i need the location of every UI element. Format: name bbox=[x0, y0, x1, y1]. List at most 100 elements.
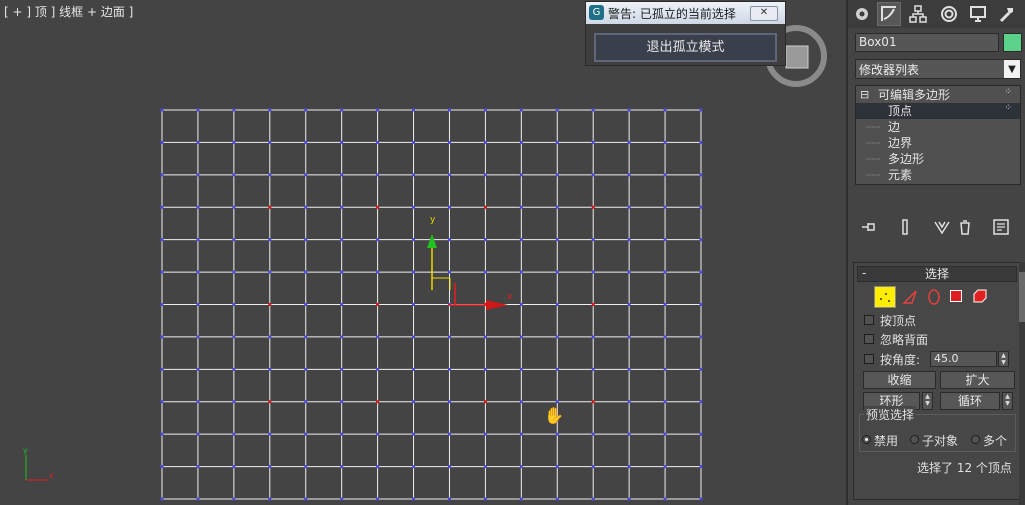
panel-scrollbar[interactable] bbox=[1019, 262, 1025, 505]
preview-selection-group: 预览选择 禁用 子对象 多个 bbox=[859, 406, 1016, 452]
vertex bbox=[268, 140, 272, 144]
vertex bbox=[627, 465, 631, 469]
object-name-field[interactable]: Box01 bbox=[855, 33, 999, 52]
by-angle-checkbox[interactable] bbox=[864, 354, 874, 364]
stack-item-border[interactable]: ┈┈ 边界 bbox=[856, 135, 1020, 151]
by-angle-label: 按角度: bbox=[880, 353, 921, 367]
vertex bbox=[591, 497, 595, 501]
vertex bbox=[376, 335, 380, 339]
vertex bbox=[663, 465, 667, 469]
vertex bbox=[591, 140, 595, 144]
vertex bbox=[519, 367, 523, 371]
vertex bbox=[663, 270, 667, 274]
preview-option-label: 多个 bbox=[983, 434, 1008, 448]
vertex bbox=[196, 140, 200, 144]
ignore-backfacing-checkbox[interactable] bbox=[864, 334, 874, 344]
vertex bbox=[447, 270, 451, 274]
show-end-result-icon[interactable] bbox=[895, 217, 915, 237]
vertex bbox=[555, 108, 559, 112]
vertex bbox=[340, 303, 344, 306]
collapse-icon[interactable]: - bbox=[862, 266, 866, 280]
ring-spinner[interactable]: ▲ ▼ bbox=[922, 392, 933, 410]
vertex bbox=[376, 108, 380, 112]
vertex bbox=[591, 335, 595, 339]
display-icon[interactable] bbox=[966, 2, 990, 26]
pin-stack-icon[interactable] bbox=[859, 217, 879, 237]
object-color-swatch[interactable] bbox=[1003, 33, 1022, 52]
vertex bbox=[304, 238, 308, 242]
hierarchy-icon[interactable] bbox=[906, 2, 930, 26]
ignore-backfacing-label: 忽略背面 bbox=[880, 333, 929, 347]
grow-button[interactable]: 扩大 bbox=[940, 371, 1015, 389]
vertex bbox=[555, 367, 559, 371]
vertex bbox=[376, 432, 380, 436]
vertex bbox=[519, 270, 523, 274]
wireframe-grid[interactable]: y x y x ✋ bbox=[0, 0, 846, 505]
vertex bbox=[447, 367, 451, 371]
vertex bbox=[304, 367, 308, 371]
preview-subobject-radio[interactable] bbox=[910, 435, 919, 444]
by-vertex-label: 按顶点 bbox=[880, 314, 917, 328]
vertex bbox=[591, 367, 595, 371]
viewport-top[interactable]: [ + ] 顶 ] 线框 + 边面 ] y x y x ✋ bbox=[0, 0, 848, 505]
polygon-mode-icon[interactable] bbox=[950, 290, 962, 302]
vertex bbox=[160, 432, 164, 436]
collapse-box-icon[interactable]: ⊟ bbox=[860, 87, 869, 103]
preview-multi-radio[interactable] bbox=[971, 435, 980, 444]
preview-off-radio[interactable] bbox=[862, 435, 871, 444]
element-mode-icon[interactable] bbox=[972, 288, 988, 307]
vertex bbox=[447, 140, 451, 144]
vertex bbox=[699, 432, 703, 436]
motion-icon[interactable] bbox=[937, 2, 961, 26]
vertex bbox=[160, 238, 164, 242]
by-vertex-checkbox[interactable] bbox=[864, 315, 874, 325]
vertex bbox=[232, 432, 236, 436]
edge-mode-icon[interactable] bbox=[902, 289, 918, 308]
vertex-mode-icon[interactable] bbox=[874, 286, 896, 308]
selected-vertex bbox=[268, 400, 272, 404]
modify-icon[interactable] bbox=[877, 2, 901, 26]
vertex bbox=[340, 205, 344, 209]
vertex bbox=[340, 367, 344, 371]
angle-input[interactable]: 45.0 bbox=[930, 351, 997, 367]
loop-button[interactable]: 循环 bbox=[940, 392, 1000, 410]
loop-spinner[interactable]: ▲ ▼ bbox=[1002, 392, 1013, 410]
vertex bbox=[519, 173, 523, 177]
utilities-icon[interactable] bbox=[995, 2, 1019, 26]
make-unique-icon[interactable] bbox=[932, 217, 952, 237]
shrink-button[interactable]: 收缩 bbox=[863, 371, 936, 389]
vertex bbox=[519, 303, 523, 306]
gizmo-x-label: x bbox=[507, 292, 513, 302]
stack-item-polygon[interactable]: ┈┈ 多边形 bbox=[856, 151, 1020, 167]
modifier-list-dropdown[interactable]: 修改器列表 ▼ bbox=[855, 59, 1021, 79]
vertex bbox=[412, 108, 416, 112]
vertex bbox=[304, 303, 308, 306]
stack-item-edge[interactable]: ┈┈ 边 bbox=[856, 119, 1020, 135]
close-icon[interactable]: ✕ bbox=[750, 6, 778, 21]
selected-vertex bbox=[591, 303, 595, 306]
rollout-title: 选择 bbox=[924, 267, 949, 281]
border-mode-icon[interactable] bbox=[926, 289, 942, 308]
angle-spinner[interactable]: ▲ ▼ bbox=[998, 351, 1009, 367]
vertex bbox=[196, 108, 200, 112]
vertex bbox=[447, 173, 451, 177]
vertex bbox=[483, 238, 487, 242]
create-icon[interactable] bbox=[850, 2, 874, 26]
vertex bbox=[340, 465, 344, 469]
scrollbar-thumb[interactable] bbox=[1019, 272, 1025, 322]
remove-modifier-icon[interactable] bbox=[955, 217, 975, 237]
vertex bbox=[447, 432, 451, 436]
stack-item-label: 多边形 bbox=[888, 152, 925, 166]
rollout-header[interactable]: 选择 - bbox=[857, 266, 1017, 282]
vertex bbox=[340, 497, 344, 501]
exit-isolation-button[interactable]: 退出孤立模式 bbox=[594, 33, 777, 62]
stack-root-item[interactable]: ⊟ 可编辑多边形 ⁘ bbox=[856, 87, 1020, 103]
vertex bbox=[196, 400, 200, 404]
vertex bbox=[412, 270, 416, 274]
configure-modifier-sets-icon[interactable] bbox=[991, 217, 1011, 237]
stack-item-element[interactable]: ┈┈ 元素 bbox=[856, 167, 1020, 183]
selected-vertex bbox=[268, 303, 272, 306]
vertex bbox=[699, 270, 703, 274]
stack-item-vertex[interactable]: 顶点 ⁘ bbox=[856, 103, 1020, 119]
vertex bbox=[555, 270, 559, 274]
